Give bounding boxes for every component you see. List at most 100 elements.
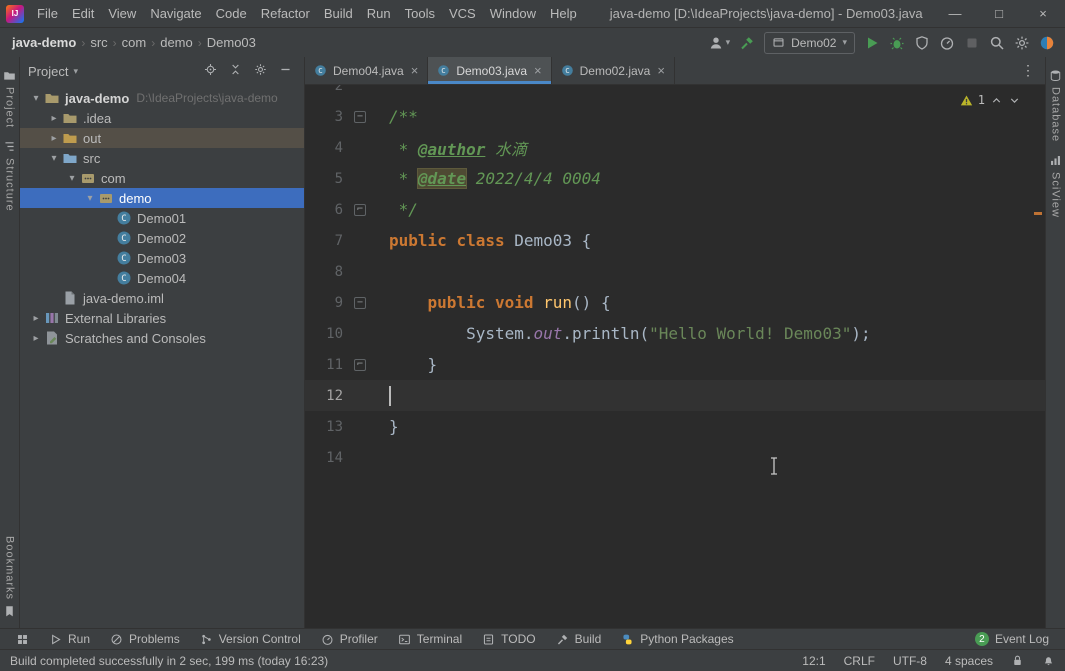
tree-item-src[interactable]: ▾ src bbox=[20, 148, 304, 168]
minimize-button[interactable]: — bbox=[933, 0, 977, 27]
menu-window[interactable]: Window bbox=[483, 0, 543, 27]
tree-item-scratches-and-consoles[interactable]: ▸ Scratches and Consoles bbox=[20, 328, 304, 348]
code-line-5[interactable]: 5 * @date 2022/4/4 0004 bbox=[305, 163, 1045, 194]
coverage-button[interactable] bbox=[914, 35, 930, 51]
line-number[interactable]: 7 bbox=[305, 233, 343, 249]
code-line-13[interactable]: 13} bbox=[305, 411, 1045, 442]
caret-position[interactable]: 12:1 bbox=[802, 654, 825, 668]
menu-refactor[interactable]: Refactor bbox=[254, 0, 317, 27]
chevron-up-icon[interactable] bbox=[990, 94, 1003, 107]
tree-item-idea[interactable]: ▸ .idea bbox=[20, 108, 304, 128]
notifications-button[interactable] bbox=[1042, 654, 1055, 667]
breadcrumb-demo03[interactable]: Demo03 bbox=[205, 35, 258, 50]
tree-chevron-down-icon[interactable]: ▾ bbox=[46, 153, 62, 164]
tree-item-demo04[interactable]: C Demo04 bbox=[20, 268, 304, 288]
tool-stripe-sciview[interactable]: SciView bbox=[1049, 154, 1062, 218]
tab-demo02-java[interactable]: C Demo02.java × bbox=[552, 57, 675, 84]
plugin-button[interactable] bbox=[1039, 35, 1055, 51]
tree-chevron-right-icon[interactable]: ▸ bbox=[46, 113, 62, 124]
tree-item-demo01[interactable]: C Demo01 bbox=[20, 208, 304, 228]
lock-button[interactable] bbox=[1011, 654, 1024, 667]
code-line-2[interactable]: 2 bbox=[305, 85, 1045, 101]
tree-chevron-down-icon[interactable]: ▾ bbox=[82, 193, 98, 204]
tree-item-com[interactable]: ▾ com bbox=[20, 168, 304, 188]
line-number[interactable]: 3 bbox=[305, 109, 343, 125]
tool-stripe-database[interactable]: Database bbox=[1049, 69, 1062, 142]
code-line-7[interactable]: 7 public class Demo03 { bbox=[305, 225, 1045, 256]
run-config-select[interactable]: Demo02 ▾ bbox=[764, 31, 855, 54]
breadcrumb-java-demo[interactable]: java-demo bbox=[10, 35, 78, 50]
fold-start-icon[interactable]: − bbox=[354, 296, 366, 309]
code-line-14[interactable]: 14 bbox=[305, 442, 1045, 473]
tool-stripe-bookmarks[interactable]: Bookmarks bbox=[3, 536, 16, 618]
error-stripe-mark[interactable] bbox=[1034, 212, 1042, 215]
close-icon[interactable]: × bbox=[657, 63, 665, 78]
close-icon[interactable]: × bbox=[411, 63, 419, 78]
line-number[interactable]: 6 bbox=[305, 202, 343, 218]
tool-tab-todo[interactable]: TODO bbox=[472, 629, 545, 649]
menu-file[interactable]: File bbox=[30, 0, 65, 27]
search-button[interactable] bbox=[989, 35, 1005, 51]
tab-demo03-java[interactable]: C Demo03.java × bbox=[428, 57, 552, 84]
settings-button[interactable] bbox=[1014, 35, 1030, 51]
code-editor[interactable]: 2 3−/** 4 * @author 水滴 5 * @date 2022/4/4 0… bbox=[305, 85, 1045, 628]
menu-help[interactable]: Help bbox=[543, 0, 584, 27]
project-view-dropdown[interactable]: Project ▾ bbox=[28, 64, 78, 79]
menu-run[interactable]: Run bbox=[360, 0, 398, 27]
tool-tab-problems[interactable]: Problems bbox=[100, 629, 190, 649]
menu-build[interactable]: Build bbox=[317, 0, 360, 27]
close-icon[interactable]: × bbox=[534, 63, 542, 78]
line-number[interactable]: 5 bbox=[305, 171, 343, 187]
hide-panel-button[interactable] bbox=[279, 63, 292, 79]
profiler-button[interactable] bbox=[939, 35, 955, 51]
code-line-4[interactable]: 4 * @author 水滴 bbox=[305, 132, 1045, 163]
code-line-12[interactable]: 12 bbox=[305, 380, 1045, 411]
fold-end-icon[interactable]: ¬ bbox=[354, 203, 366, 216]
code-line-3[interactable]: 3− /** bbox=[305, 101, 1045, 132]
code-line-10[interactable]: 10 System.out.println("Hello World! Demo… bbox=[305, 318, 1045, 349]
settings-gear-button[interactable] bbox=[254, 63, 267, 79]
code-line-11[interactable]: 11 ¬ } bbox=[305, 349, 1045, 380]
line-number[interactable]: 14 bbox=[305, 450, 343, 466]
code-line-8[interactable]: 8 bbox=[305, 256, 1045, 287]
tab-demo04-java[interactable]: C Demo04.java × bbox=[305, 57, 429, 84]
tree-item-out[interactable]: ▸ out bbox=[20, 128, 304, 148]
run-button[interactable] bbox=[864, 35, 880, 51]
line-number[interactable]: 2 bbox=[305, 85, 343, 94]
breadcrumb-src[interactable]: src bbox=[88, 35, 109, 50]
line-number[interactable]: 13 bbox=[305, 419, 343, 435]
tool-tab-profiler[interactable]: Profiler bbox=[311, 629, 388, 649]
tool-stripe-structure[interactable]: Structure bbox=[3, 140, 16, 212]
tree-chevron-right-icon[interactable]: ▸ bbox=[28, 333, 44, 344]
tree-item-demo02[interactable]: C Demo02 bbox=[20, 228, 304, 248]
line-number[interactable]: 12 bbox=[305, 388, 343, 404]
tool-tab-run[interactable]: Run bbox=[39, 629, 100, 649]
breadcrumb-demo[interactable]: demo bbox=[158, 35, 195, 50]
line-number[interactable]: 4 bbox=[305, 140, 343, 156]
indent-style[interactable]: 4 spaces bbox=[945, 654, 993, 668]
menu-code[interactable]: Code bbox=[209, 0, 254, 27]
tool-tab-version-control[interactable]: Version Control bbox=[190, 629, 311, 649]
code-line-9[interactable]: 9− public void run() { bbox=[305, 287, 1045, 318]
tree-item-java-demo-iml[interactable]: java-demo.iml bbox=[20, 288, 304, 308]
line-number[interactable]: 8 bbox=[305, 264, 343, 280]
tree-item-java-demo[interactable]: ▾ java-demo D:\IdeaProjects\java-demo bbox=[20, 88, 304, 108]
tool-stripe-project[interactable]: Project bbox=[3, 69, 16, 128]
tree-item-demo[interactable]: ▾ demo bbox=[20, 188, 304, 208]
line-number[interactable]: 9 bbox=[305, 295, 343, 311]
user-button[interactable]: ▾ bbox=[708, 35, 730, 51]
error-stripe[interactable] bbox=[1031, 85, 1045, 628]
close-button[interactable]: × bbox=[1021, 0, 1065, 27]
maximize-button[interactable]: □ bbox=[977, 0, 1021, 27]
tool-tab-build[interactable]: Build bbox=[546, 629, 612, 649]
menu-navigate[interactable]: Navigate bbox=[143, 0, 208, 27]
build-hammer-button[interactable] bbox=[739, 35, 755, 51]
file-encoding[interactable]: UTF-8 bbox=[893, 654, 927, 668]
chevron-down-icon[interactable] bbox=[1008, 94, 1021, 107]
line-number[interactable]: 11 bbox=[305, 357, 343, 373]
tree-chevron-down-icon[interactable]: ▾ bbox=[28, 93, 44, 104]
menu-tools[interactable]: Tools bbox=[398, 0, 442, 27]
debug-button[interactable] bbox=[889, 35, 905, 51]
tree-item-external-libraries[interactable]: ▸ External Libraries bbox=[20, 308, 304, 328]
tool-tab-python-packages[interactable]: Python Packages bbox=[611, 629, 743, 649]
